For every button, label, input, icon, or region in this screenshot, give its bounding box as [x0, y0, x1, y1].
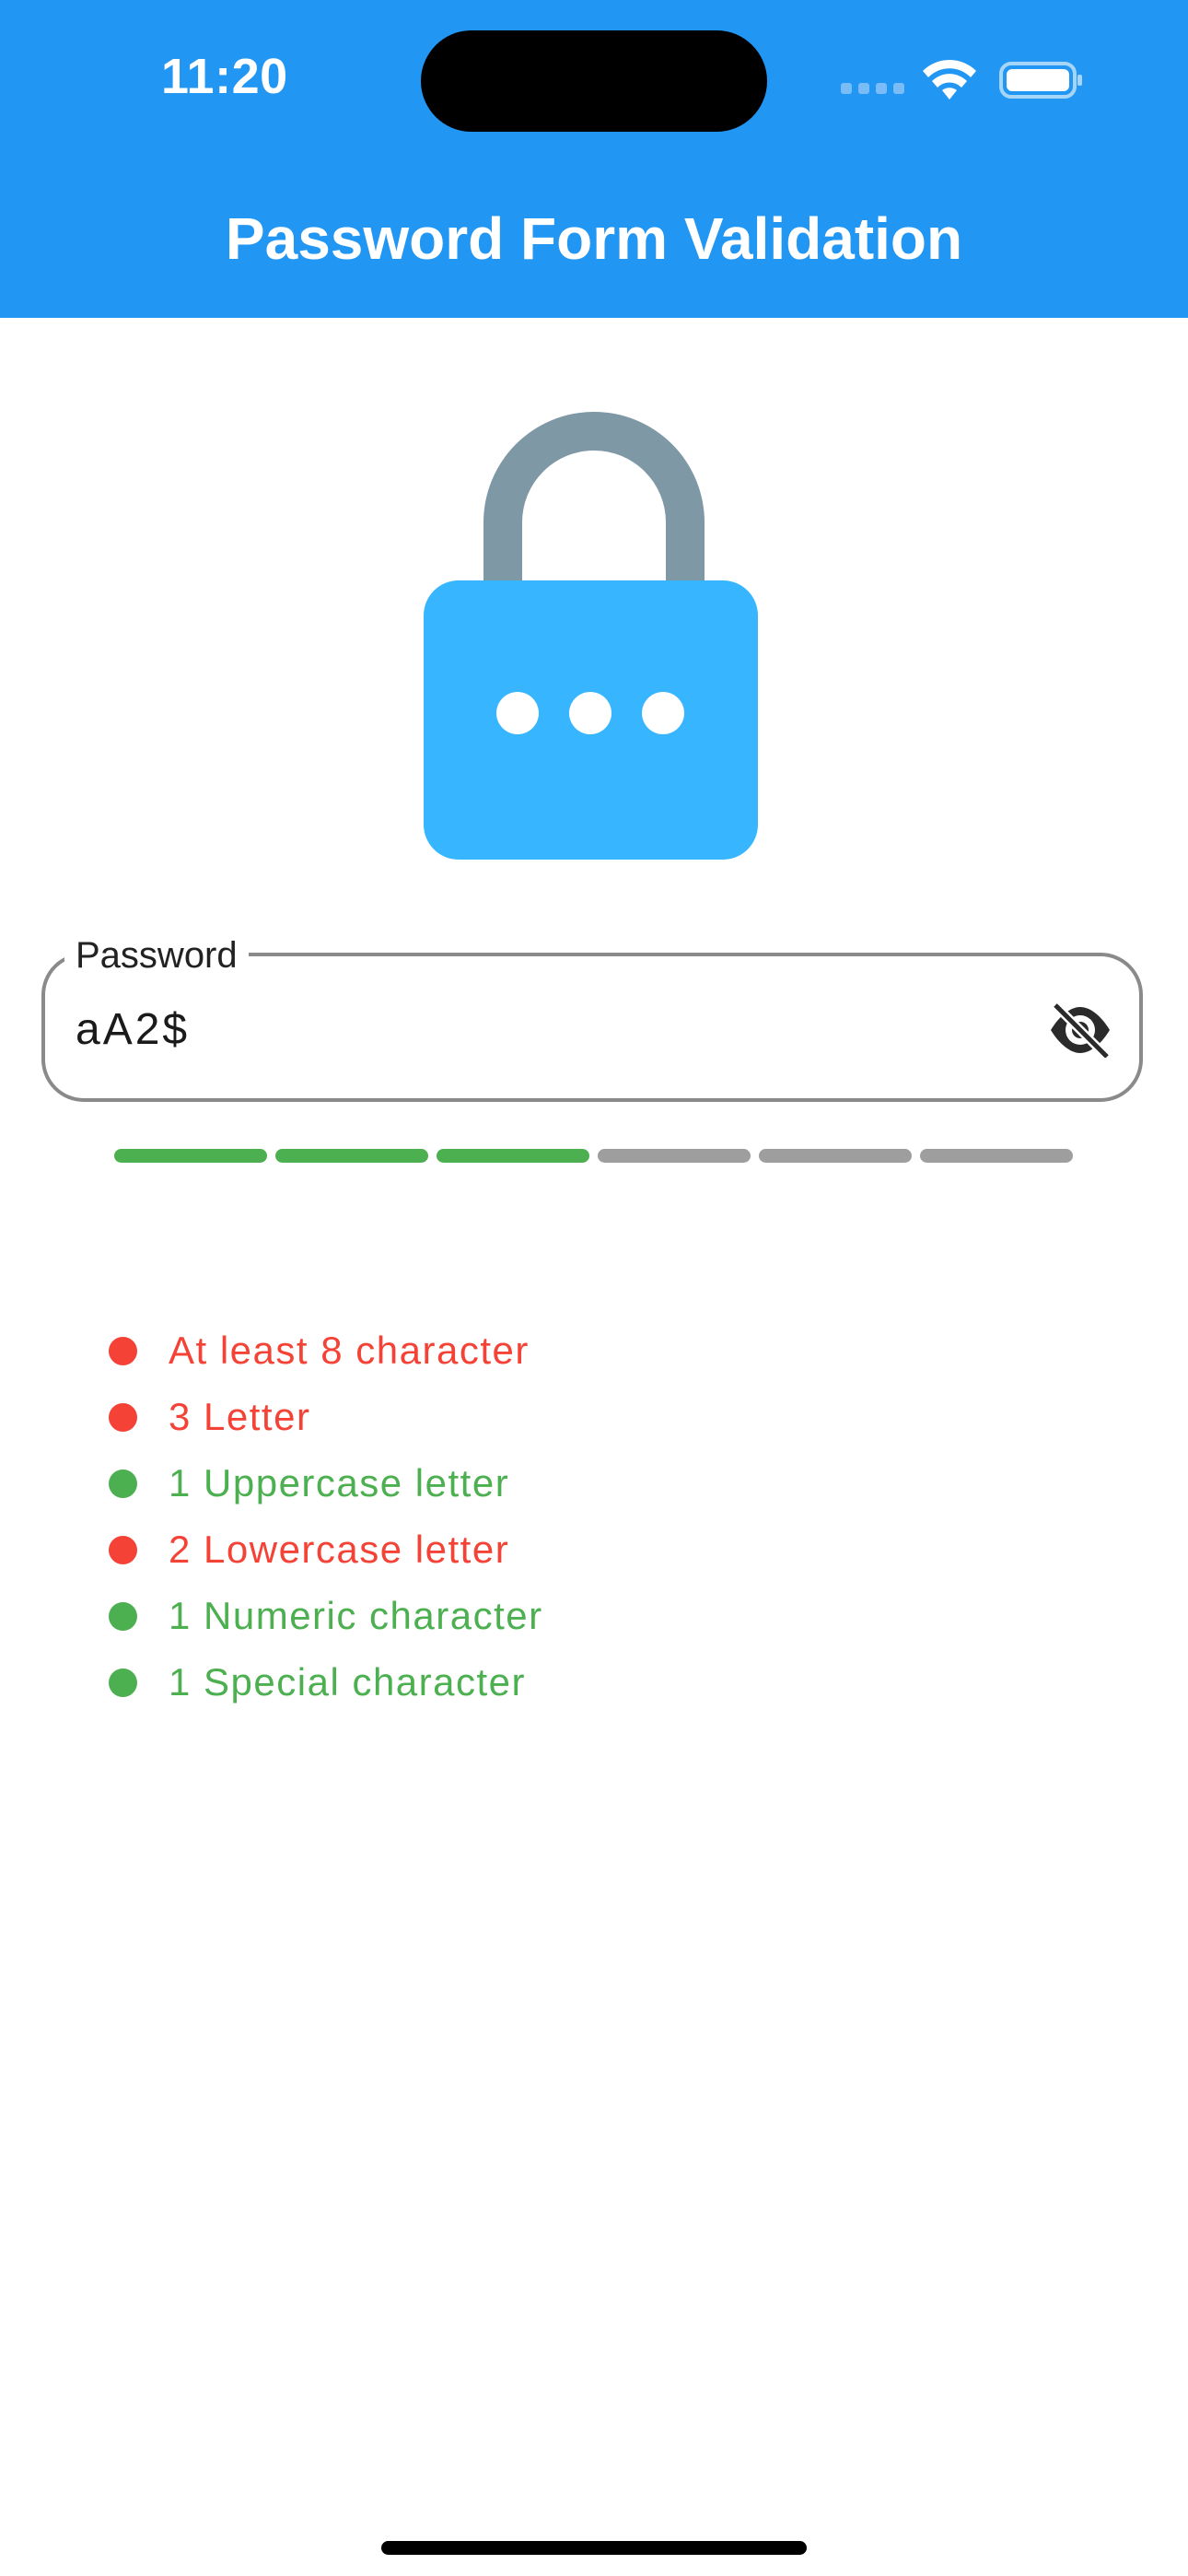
dynamic-island: [421, 30, 767, 132]
page-title: Password Form Validation: [225, 205, 963, 272]
strength-segment: [759, 1149, 912, 1163]
rule-status-dot-icon: [109, 1336, 137, 1365]
rule-status-dot-icon: [109, 1535, 137, 1564]
rule-item: 1 Numeric character: [109, 1583, 845, 1649]
app-bar: 11:20 Password Form Validation: [0, 0, 1188, 318]
password-strength-meter: [114, 1149, 1074, 1164]
rule-text: 1 Numeric character: [169, 1594, 543, 1637]
visibility-off-icon[interactable]: [1048, 1002, 1112, 1058]
password-input[interactable]: aA2$: [76, 1004, 190, 1055]
rule-item: 1 Special character: [109, 1649, 845, 1715]
rule-item: At least 8 character: [109, 1317, 845, 1384]
rule-status-dot-icon: [109, 1668, 137, 1697]
cellular-signal-icon: [841, 83, 905, 96]
strength-segment: [437, 1149, 589, 1163]
rule-text: 1 Special character: [169, 1660, 527, 1704]
rule-item: 2 Lowercase letter: [109, 1516, 845, 1583]
password-field-label: Password: [64, 933, 249, 978]
rule-text: At least 8 character: [169, 1329, 530, 1372]
rule-status-dot-icon: [109, 1469, 137, 1498]
lock-icon: [424, 412, 758, 860]
rule-status-dot-icon: [109, 1601, 137, 1631]
home-indicator[interactable]: [381, 2541, 807, 2555]
rule-item: 1 Uppercase letter: [109, 1450, 845, 1516]
wifi-icon: [923, 59, 976, 100]
battery-icon: [999, 62, 1082, 99]
strength-segment: [275, 1149, 428, 1163]
strength-segment: [598, 1149, 751, 1163]
strength-segment: [114, 1149, 267, 1163]
strength-segment: [920, 1149, 1073, 1163]
rule-text: 1 Uppercase letter: [169, 1461, 510, 1505]
rule-status-dot-icon: [109, 1402, 137, 1432]
status-time: 11:20: [161, 49, 288, 104]
rule-item: 3 Letter: [109, 1384, 845, 1450]
rule-text: 3 Letter: [169, 1395, 311, 1438]
rule-text: 2 Lowercase letter: [169, 1528, 510, 1571]
